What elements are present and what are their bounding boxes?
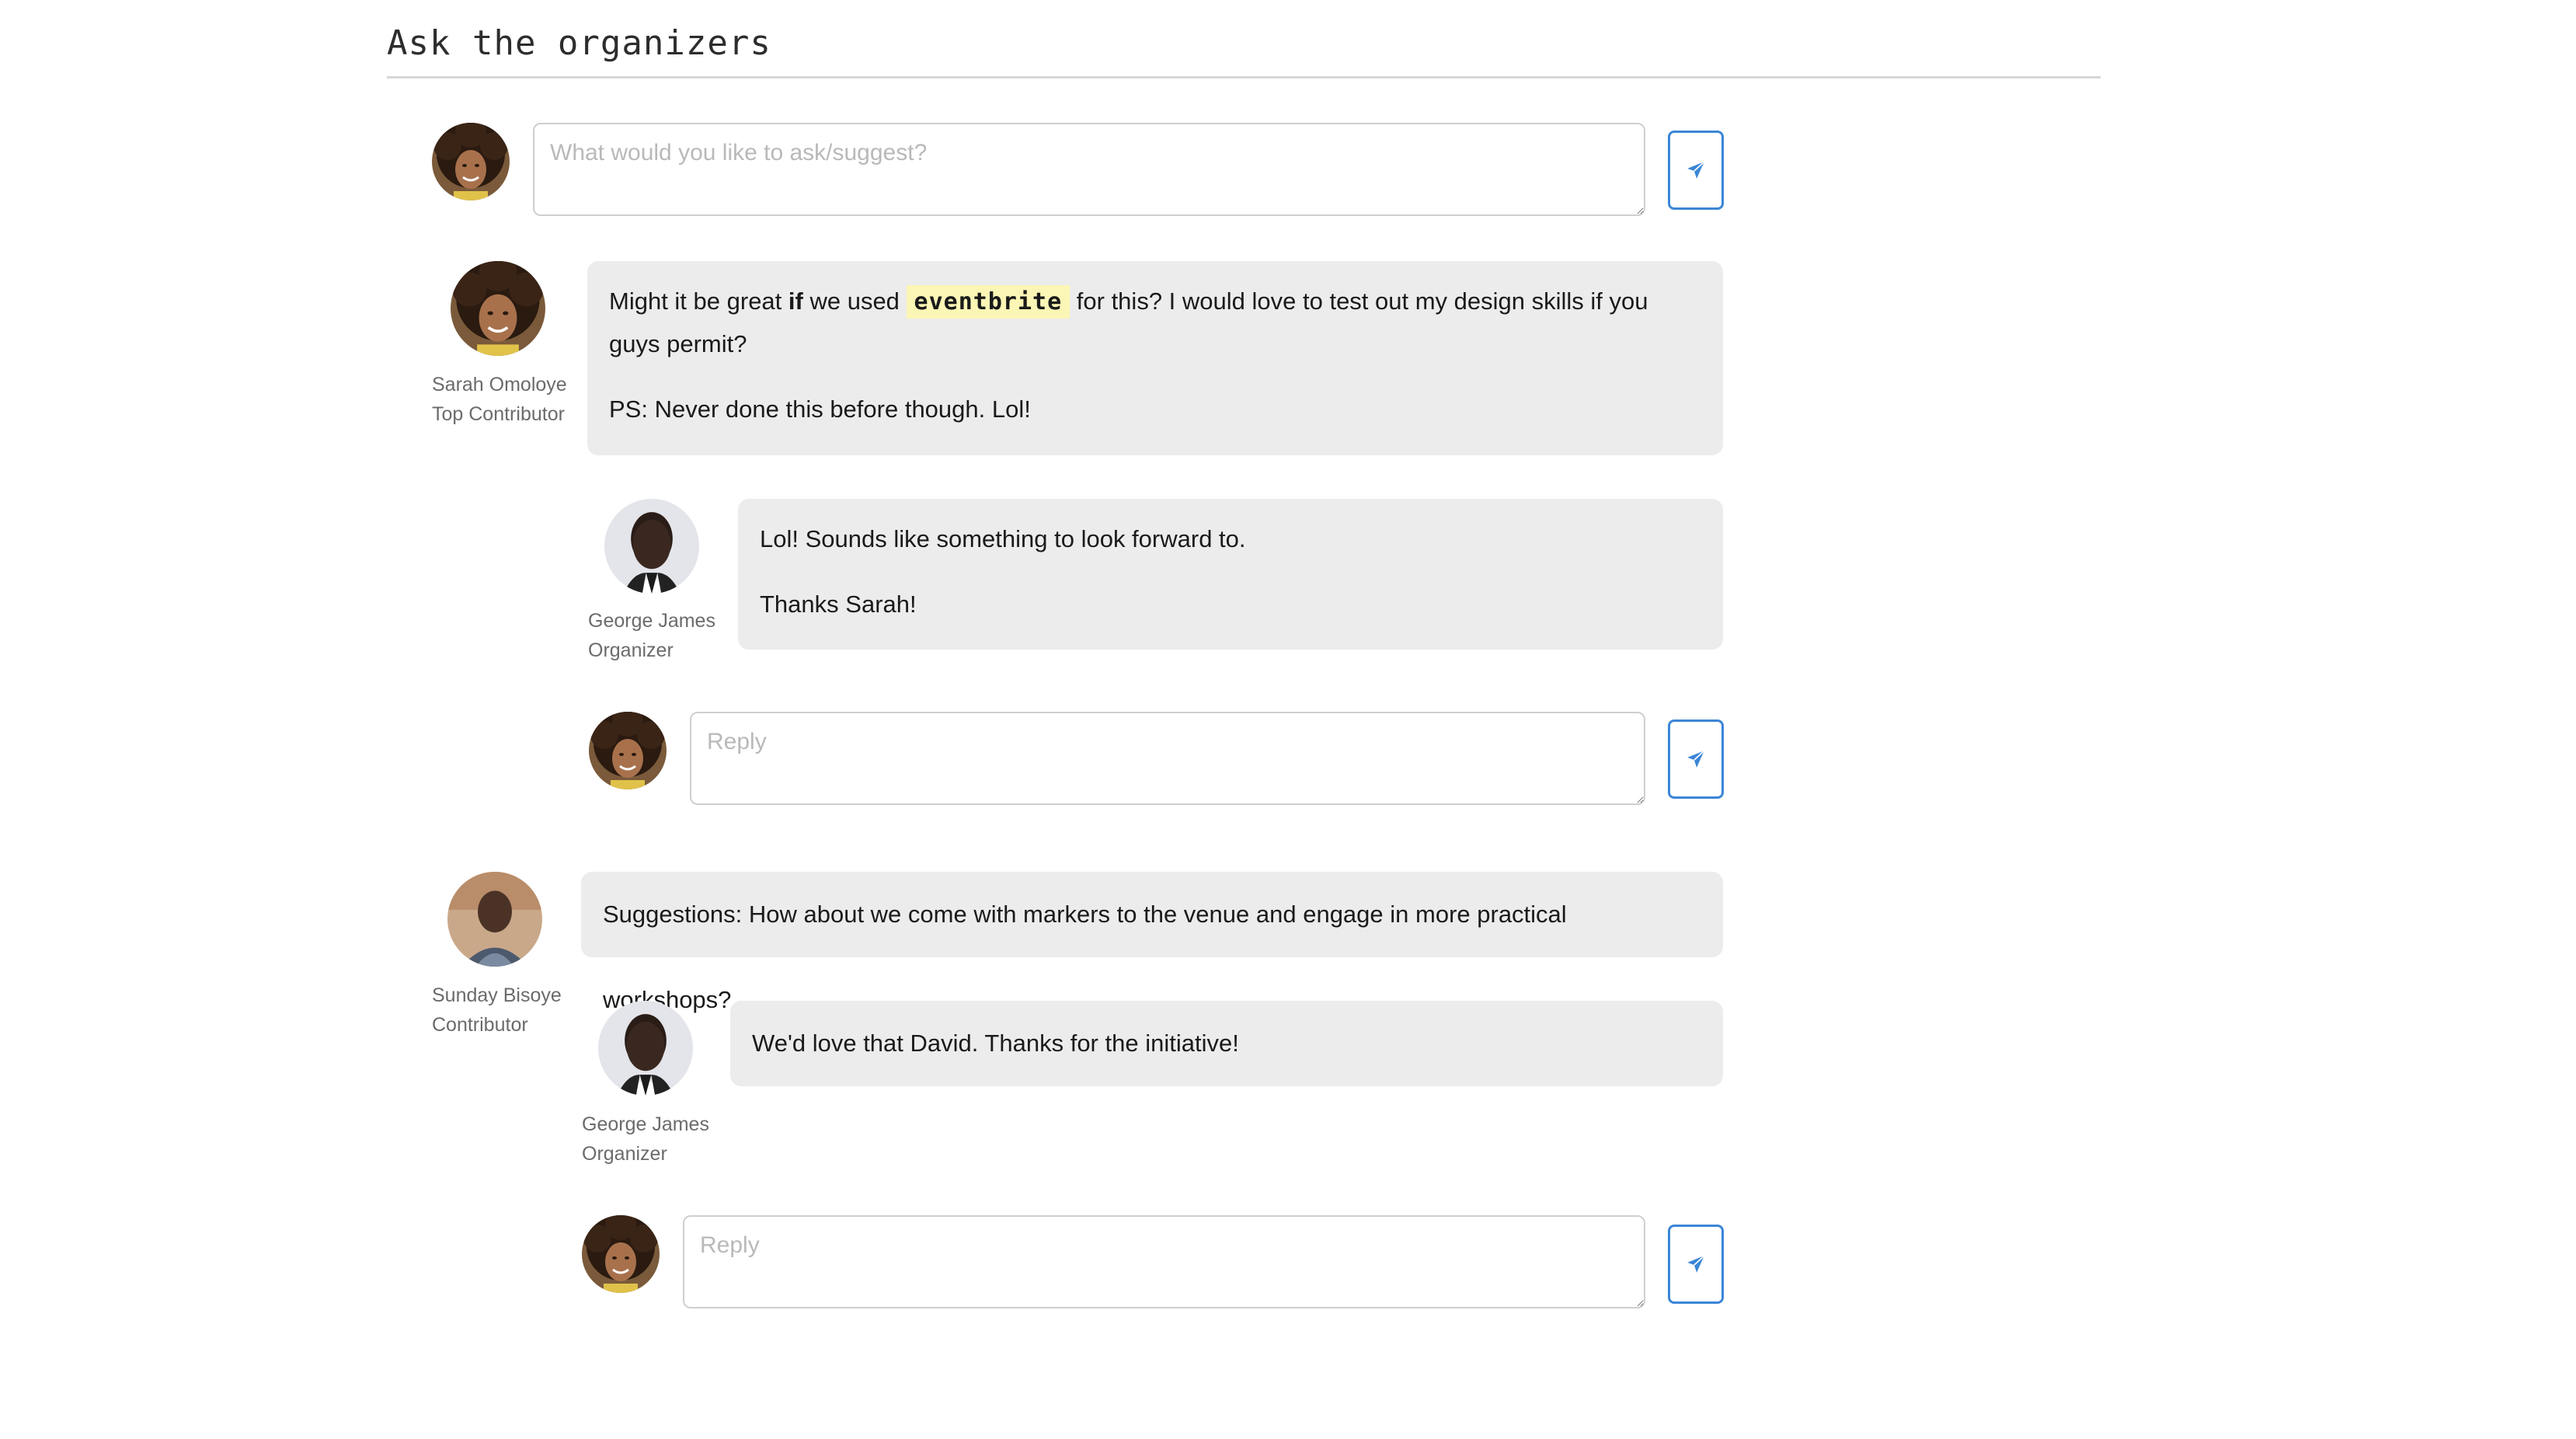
ask-input[interactable] <box>533 123 1645 216</box>
replier-role: Organizer <box>588 639 674 661</box>
author-avatar <box>447 872 542 967</box>
replier-avatar <box>604 499 699 594</box>
comment-bubble: Might it be great if we used eventbrite … <box>587 261 1723 455</box>
comment-line: PS: Never done this before though. Lol! <box>609 395 1031 423</box>
comment-bubble: Suggestions: How about we come with mark… <box>581 872 1723 1013</box>
reply-send-button[interactable] <box>1668 1225 1724 1304</box>
current-user-avatar <box>432 123 510 200</box>
paper-plane-icon <box>1686 1254 1706 1274</box>
current-user-avatar <box>582 1215 660 1293</box>
code-snippet: eventbrite <box>906 285 1070 319</box>
reply-line: Lol! Sounds like something to look forwa… <box>760 525 1246 552</box>
reply-bubble: Lol! Sounds like something to look forwa… <box>738 499 1723 650</box>
author-role: Top Contributor <box>432 403 565 425</box>
paper-plane-icon <box>1686 160 1706 180</box>
author-role: Contributor <box>432 1014 528 1036</box>
reply-input[interactable] <box>683 1215 1645 1308</box>
replier-meta: George James Organizer <box>588 606 715 665</box>
replier-role: Organizer <box>582 1143 667 1165</box>
author-avatar <box>451 261 545 356</box>
current-user-avatar <box>589 712 667 789</box>
reply-bubble: We'd love that David. Thanks for the ini… <box>730 1001 1723 1086</box>
author-meta: Sarah Omoloye Top Contributor <box>432 370 567 429</box>
section-title: Ask the organizers <box>387 23 771 63</box>
ask-send-button[interactable] <box>1668 131 1724 210</box>
section-divider <box>387 76 2101 78</box>
reply-input[interactable] <box>690 712 1645 805</box>
author-name: Sarah Omoloye <box>432 374 567 395</box>
ask-organizers-section: Ask the organizers Sarah Omoloye Top Con… <box>0 0 2576 1439</box>
reply-line: We'd love that David. Thanks for the ini… <box>752 1030 1239 1057</box>
author-name: Sunday Bisoye <box>432 984 562 1006</box>
comment-line: Might it be great if we used eventbrite … <box>609 280 1701 323</box>
replier-meta: George James Organizer <box>582 1110 709 1169</box>
replier-name: George James <box>582 1113 709 1135</box>
reply-line: Thanks Sarah! <box>760 591 917 618</box>
replier-avatar <box>598 1001 693 1096</box>
paper-plane-icon <box>1686 749 1706 769</box>
reply-send-button[interactable] <box>1668 720 1724 799</box>
replier-name: George James <box>588 610 715 632</box>
author-meta: Sunday Bisoye Contributor <box>432 981 562 1040</box>
comment-line: guys permit? <box>609 330 747 357</box>
